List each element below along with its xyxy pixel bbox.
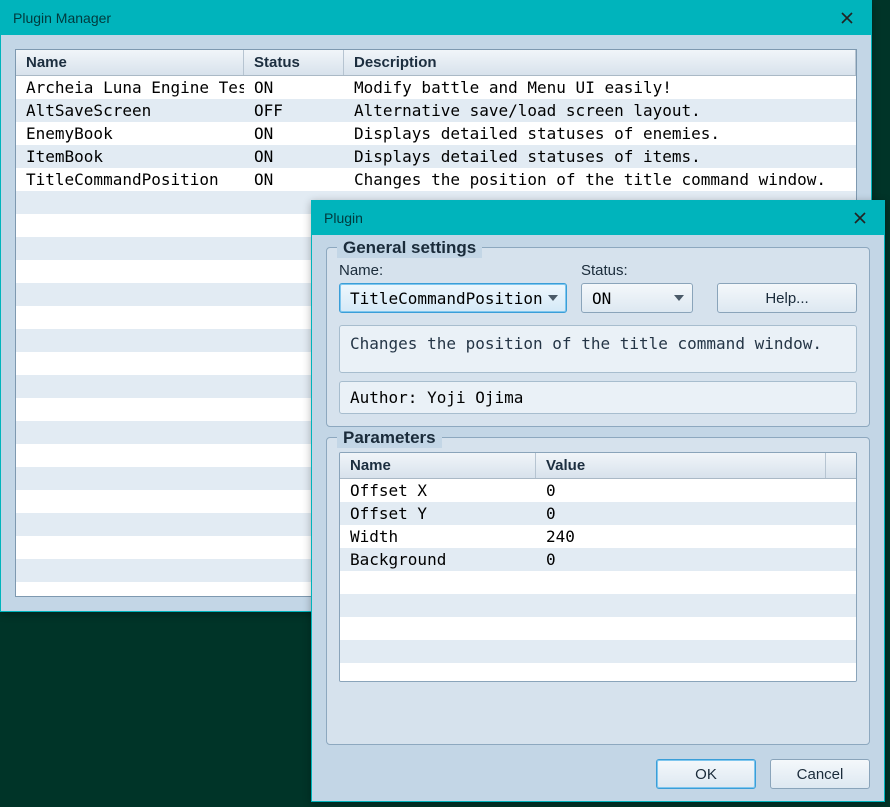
cell-name: TitleCommandPosition — [16, 170, 244, 189]
cell-name: EnemyBook — [16, 124, 244, 143]
close-icon[interactable] — [836, 201, 884, 235]
status-select-value: ON — [592, 289, 611, 308]
plugin-dialog-title: Plugin — [324, 210, 363, 226]
cell-description: Displays detailed statuses of items. — [344, 147, 856, 166]
plugin-manager-title: Plugin Manager — [13, 10, 111, 26]
status-label: Status: — [581, 262, 693, 279]
chevron-down-icon — [548, 295, 558, 301]
cell-name: AltSaveScreen — [16, 101, 244, 120]
param-cell-name: Offset X — [340, 481, 536, 500]
general-form-row: Name: TitleCommandPosition Status: ON — [339, 262, 857, 313]
parameters-table: Name Value Offset X0Offset Y0Width240Bac… — [339, 452, 857, 682]
status-field-col: Status: ON — [581, 262, 693, 313]
cell-status: ON — [244, 124, 344, 143]
cell-description: Changes the position of the title comman… — [344, 170, 856, 189]
column-header-description[interactable]: Description — [344, 50, 856, 75]
table-row[interactable]: Offset X0 — [340, 479, 856, 502]
table-row[interactable] — [340, 571, 856, 594]
table-row[interactable] — [340, 640, 856, 663]
plugin-table-header: Name Status Description — [16, 50, 856, 76]
param-cell-value: 240 — [536, 527, 856, 546]
ok-button[interactable]: OK — [656, 759, 756, 789]
name-select[interactable]: TitleCommandPosition — [339, 283, 567, 313]
param-cell-name: Background — [340, 550, 536, 569]
table-row[interactable]: ItemBookONDisplays detailed statuses of … — [16, 145, 856, 168]
table-row[interactable]: Background0 — [340, 548, 856, 571]
name-label: Name: — [339, 262, 567, 279]
column-header-status[interactable]: Status — [244, 50, 344, 75]
cell-description: Displays detailed statuses of enemies. — [344, 124, 856, 143]
plugin-description: Changes the position of the title comman… — [339, 325, 857, 373]
plugin-manager-titlebar[interactable]: Plugin Manager — [1, 1, 871, 35]
param-column-header-spacer — [826, 453, 856, 478]
cell-status: OFF — [244, 101, 344, 120]
cancel-button[interactable]: Cancel — [770, 759, 870, 789]
cell-status: ON — [244, 78, 344, 97]
param-cell-value: 0 — [536, 504, 856, 523]
cell-description: Modify battle and Menu UI easily! — [344, 78, 856, 97]
table-row[interactable]: Width240 — [340, 525, 856, 548]
plugin-dialog-body: General settings Name: TitleCommandPosit… — [312, 235, 884, 801]
general-settings-group: General settings Name: TitleCommandPosit… — [326, 247, 870, 427]
param-column-header-value[interactable]: Value — [536, 453, 826, 478]
param-cell-name: Width — [340, 527, 536, 546]
general-settings-heading: General settings — [337, 238, 482, 258]
param-cell-value: 0 — [536, 550, 856, 569]
table-row[interactable]: Archeia Luna Engine TestONModify battle … — [16, 76, 856, 99]
param-column-header-name[interactable]: Name — [340, 453, 536, 478]
cell-status: ON — [244, 147, 344, 166]
table-row[interactable]: AltSaveScreenOFFAlternative save/load sc… — [16, 99, 856, 122]
chevron-down-icon — [674, 295, 684, 301]
param-cell-value: 0 — [536, 481, 856, 500]
parameters-heading: Parameters — [337, 428, 442, 448]
parameters-group: Parameters Name Value Offset X0Offset Y0… — [326, 437, 870, 745]
plugin-author: Author: Yoji Ojima — [339, 381, 857, 414]
cell-name: Archeia Luna Engine Test — [16, 78, 244, 97]
name-field-col: Name: TitleCommandPosition — [339, 262, 567, 313]
table-row[interactable] — [340, 594, 856, 617]
help-col: Help... — [707, 283, 857, 313]
plugin-dialog-titlebar[interactable]: Plugin — [312, 201, 884, 235]
status-select[interactable]: ON — [581, 283, 693, 313]
parameters-table-header: Name Value — [340, 453, 856, 479]
cell-description: Alternative save/load screen layout. — [344, 101, 856, 120]
parameters-table-body: Offset X0Offset Y0Width240Background0 — [340, 479, 856, 681]
close-icon[interactable] — [823, 1, 871, 35]
cell-status: ON — [244, 170, 344, 189]
table-row[interactable]: TitleCommandPositionONChanges the positi… — [16, 168, 856, 191]
table-row[interactable] — [340, 663, 856, 681]
plugin-dialog: Plugin General settings Name: TitleComma… — [311, 200, 885, 802]
table-row[interactable] — [340, 617, 856, 640]
table-row[interactable]: EnemyBookONDisplays detailed statuses of… — [16, 122, 856, 145]
table-row[interactable]: Offset Y0 — [340, 502, 856, 525]
column-header-name[interactable]: Name — [16, 50, 244, 75]
dialog-footer: OK Cancel — [326, 755, 870, 789]
param-cell-name: Offset Y — [340, 504, 536, 523]
name-select-value: TitleCommandPosition — [350, 289, 543, 308]
cell-name: ItemBook — [16, 147, 244, 166]
help-button[interactable]: Help... — [717, 283, 857, 313]
